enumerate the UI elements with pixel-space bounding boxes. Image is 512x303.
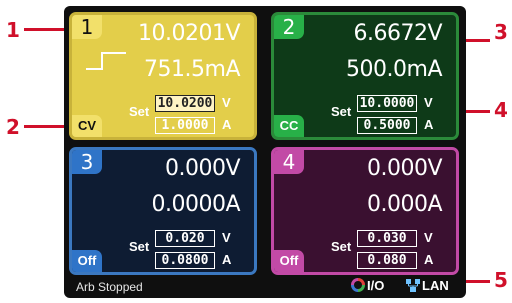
unit-amps: A — [424, 252, 434, 267]
measured-voltage: 10.0201V — [137, 21, 241, 46]
io-status: I/O — [351, 278, 384, 293]
measured-current: 0.000A — [366, 192, 443, 217]
unit-amps: A — [424, 117, 434, 132]
set-current-field[interactable]: 0.080 — [357, 252, 417, 269]
callout-1: 1 — [6, 18, 20, 42]
callout-3: 3 — [494, 20, 508, 44]
arb-status-text: Arb Stopped — [76, 280, 143, 294]
set-voltage-field[interactable]: 10.0000 — [357, 95, 417, 112]
set-label: Set — [331, 239, 352, 254]
channel-1-panel[interactable]: 1 10.0201V 751.5mA Set 10.0200 V 1.0000 … — [69, 12, 257, 140]
channel-number: 4 — [274, 150, 304, 174]
measured-current: 0.0000A — [151, 192, 240, 217]
lan-label: LAN — [422, 278, 449, 293]
measured-voltage: 0.000V — [366, 156, 443, 181]
mode-indicator: Off — [72, 250, 102, 272]
mode-indicator: Off — [274, 250, 304, 272]
unit-amps: A — [222, 117, 232, 132]
mode-indicator: CC — [274, 115, 304, 137]
instrument-screen: 1 10.0201V 751.5mA Set 10.0200 V 1.0000 … — [64, 6, 466, 298]
set-current-field[interactable]: 0.0800 — [155, 252, 215, 269]
channel-number: 2 — [274, 15, 304, 39]
channel-3-panel[interactable]: 3 0.000V 0.0000A Set 0.020 V 0.0800 A Of… — [69, 147, 257, 275]
measured-voltage: 0.000V — [164, 156, 241, 181]
channel-4-panel[interactable]: 4 0.000V 0.000A Set 0.030 V 0.080 A Off — [271, 147, 459, 275]
callout-2: 2 — [6, 115, 20, 139]
unit-volts: V — [424, 230, 433, 245]
set-label: Set — [129, 104, 150, 119]
measured-current: 500.0mA — [346, 57, 442, 82]
measured-voltage: 6.6672V — [353, 21, 442, 46]
channel-2-panel[interactable]: 2 6.6672V 500.0mA Set 10.0000 V 0.5000 A… — [271, 12, 459, 140]
set-current-field[interactable]: 1.0000 — [155, 117, 215, 134]
arb-step-icon — [86, 52, 126, 70]
io-status-icon — [351, 278, 365, 292]
channel-number: 3 — [72, 150, 102, 174]
callout-4: 4 — [494, 98, 508, 122]
measured-current: 751.5mA — [144, 57, 240, 82]
io-label: I/O — [367, 278, 385, 293]
set-label: Set — [331, 104, 352, 119]
callout-5: 5 — [494, 268, 508, 292]
channel-number: 1 — [72, 15, 102, 39]
unit-volts: V — [424, 95, 433, 110]
set-voltage-field[interactable]: 0.020 — [155, 230, 215, 247]
set-voltage-field[interactable]: 10.0200 — [155, 95, 215, 112]
unit-amps: A — [222, 252, 232, 267]
set-current-field[interactable]: 0.5000 — [357, 117, 417, 134]
lan-status: LAN — [406, 278, 449, 293]
mode-indicator: CV — [72, 115, 102, 137]
set-voltage-field[interactable]: 0.030 — [357, 230, 417, 247]
unit-volts: V — [222, 95, 231, 110]
set-label: Set — [129, 239, 150, 254]
unit-volts: V — [222, 230, 231, 245]
status-bar: Arb Stopped I/O LAN — [64, 276, 466, 298]
lan-status-icon — [406, 279, 420, 292]
